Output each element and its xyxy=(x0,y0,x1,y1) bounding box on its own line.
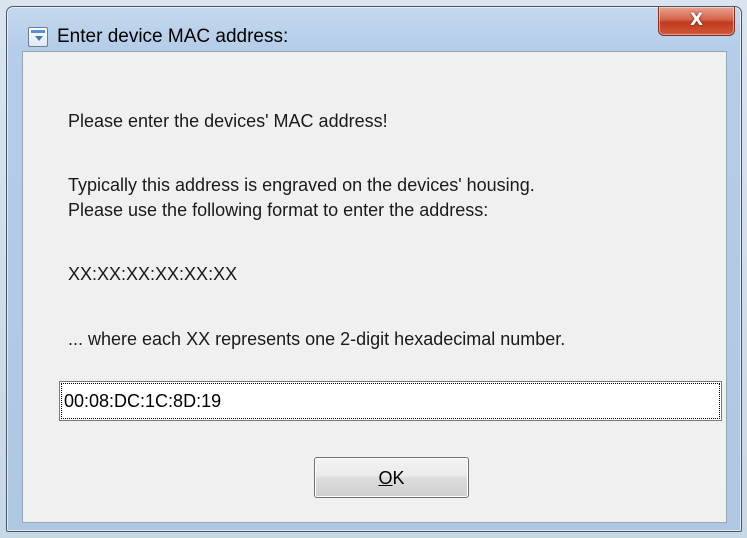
close-icon: X xyxy=(689,10,704,30)
info-text-line2: Please use the following format to enter… xyxy=(68,200,489,220)
app-icon xyxy=(28,27,48,47)
mac-address-input[interactable] xyxy=(64,387,704,415)
close-button[interactable]: X xyxy=(658,7,735,36)
format-text: XX:XX:XX:XX:XX:XX xyxy=(68,264,238,284)
info-text-line1: Typically this address is engraved on th… xyxy=(68,175,535,195)
dialog-content: Please enter the devices' MAC address! T… xyxy=(22,51,727,523)
mac-address-field[interactable] xyxy=(59,381,722,421)
hint-text: ... where each XX represents one 2-digit… xyxy=(68,329,566,349)
ok-mnemonic: O xyxy=(378,468,393,488)
title-bar[interactable]: Enter device MAC address: xyxy=(7,7,741,47)
ok-button[interactable]: OK xyxy=(314,457,469,498)
window-title: Enter device MAC address: xyxy=(57,26,289,47)
ok-button-label: OK xyxy=(315,467,468,489)
ok-label-rest: K xyxy=(392,468,405,488)
prompt-text: Please enter the devices' MAC address! xyxy=(68,111,388,131)
dialog-window: Enter device MAC address: X Please enter… xyxy=(6,6,742,532)
